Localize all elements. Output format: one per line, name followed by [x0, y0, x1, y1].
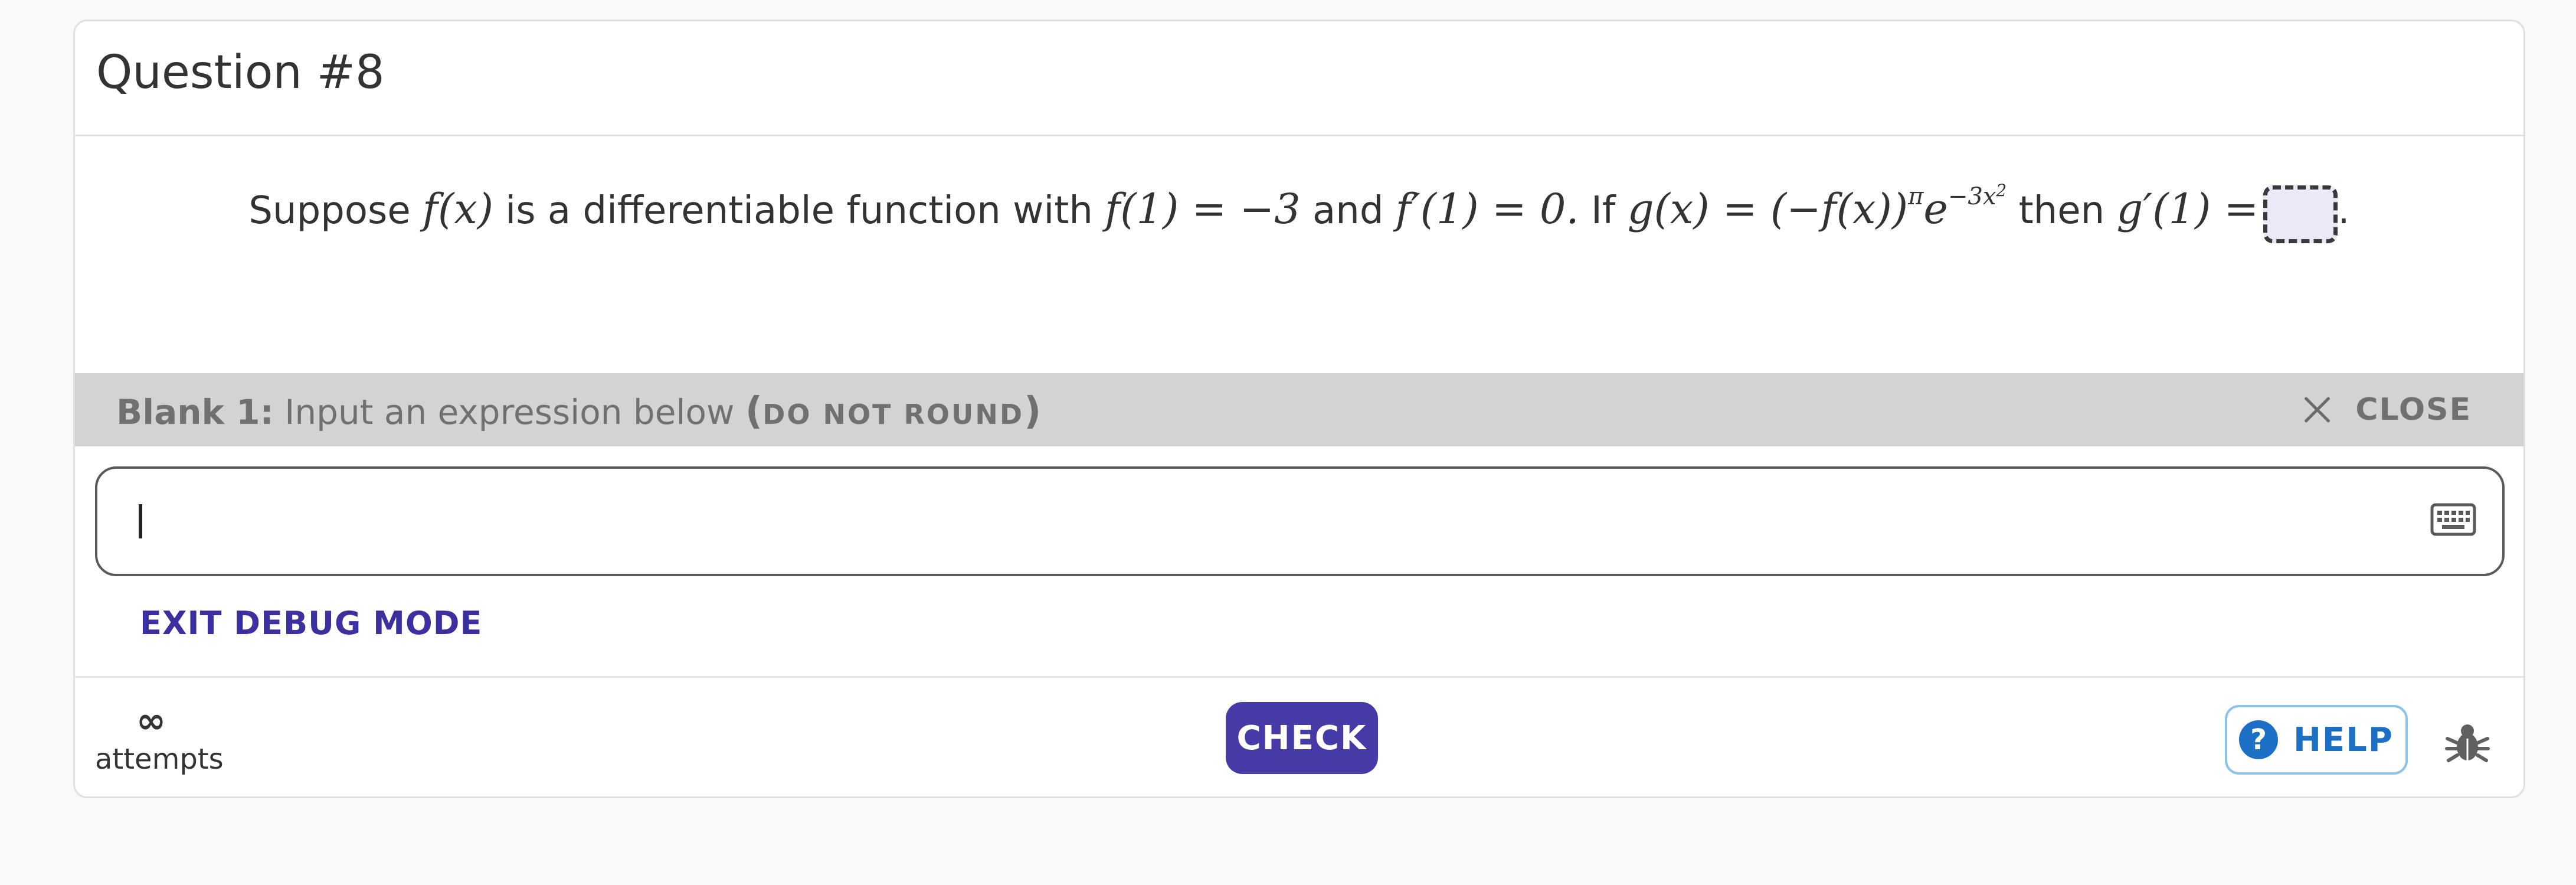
- blank-label: Blank 1:: [116, 392, 274, 432]
- question-card: Question #8 Suppose f(x) is a differenti…: [73, 19, 2525, 798]
- question-text-part: is a differentiable function with: [505, 189, 1093, 233]
- help-icon: ?: [2239, 720, 2279, 759]
- help-button[interactable]: ? HELP: [2225, 705, 2408, 775]
- math-fp1: f′(1) = 0.: [1395, 185, 1579, 233]
- question-title: Question #8: [96, 46, 385, 99]
- math-gx-exponent: −3x2: [1947, 181, 2007, 210]
- question-text: Suppose f(x) is a differentiable functio…: [75, 181, 2523, 243]
- footer-divider: [75, 676, 2523, 678]
- do-not-round-note: DO NOT ROUND: [762, 399, 1024, 430]
- question-text-prefix: Suppose: [248, 189, 411, 233]
- close-button[interactable]: CLOSE: [2302, 390, 2472, 430]
- attempts-counter: ∞ attempts: [95, 700, 224, 777]
- question-text-and: and: [1312, 189, 1384, 233]
- close-icon[interactable]: [2302, 395, 2332, 424]
- text-caret: [139, 504, 142, 538]
- question-text-period: .: [2338, 189, 2350, 233]
- math-gx-exp: −3x: [1947, 183, 1996, 210]
- paren-close: ): [1024, 390, 1042, 433]
- math-f1: f(1) = −3: [1105, 185, 1301, 233]
- blank-instruction-text: Input an expression below: [284, 392, 735, 432]
- keyboard-icon[interactable]: [2430, 503, 2476, 536]
- math-fx: f(x): [423, 185, 494, 233]
- math-gx-pi: π: [1908, 183, 1924, 210]
- answer-input[interactable]: [95, 466, 2505, 576]
- blank-instruction-bar: Blank 1: Input an expression below (DO N…: [75, 373, 2523, 446]
- math-gx-e: e: [1923, 185, 1948, 233]
- math-gx: g(x) = (−f(x))πe−3x2: [1627, 181, 2007, 233]
- attempts-label: attempts: [95, 743, 224, 776]
- math-gx-exp2: 2: [1996, 181, 2007, 200]
- math-gp1: g′(1) =: [2116, 185, 2259, 233]
- paren-open: (: [745, 390, 763, 433]
- help-label: HELP: [2293, 720, 2394, 759]
- math-gx-base: g(x) = (−f(x)): [1627, 185, 1909, 233]
- bug-icon[interactable]: [2444, 719, 2491, 766]
- exit-debug-mode-link[interactable]: EXIT DEBUG MODE: [140, 605, 482, 642]
- blank-instruction: Blank 1: Input an expression below (DO N…: [116, 390, 1041, 433]
- header-divider: [75, 135, 2523, 136]
- close-label[interactable]: CLOSE: [2355, 392, 2472, 427]
- answer-blank[interactable]: [2263, 185, 2338, 243]
- question-text-if: If: [1591, 189, 1616, 233]
- question-text-then: then: [2018, 189, 2105, 233]
- check-button[interactable]: CHECK: [1226, 702, 1378, 774]
- attempts-infinity: ∞: [136, 700, 166, 742]
